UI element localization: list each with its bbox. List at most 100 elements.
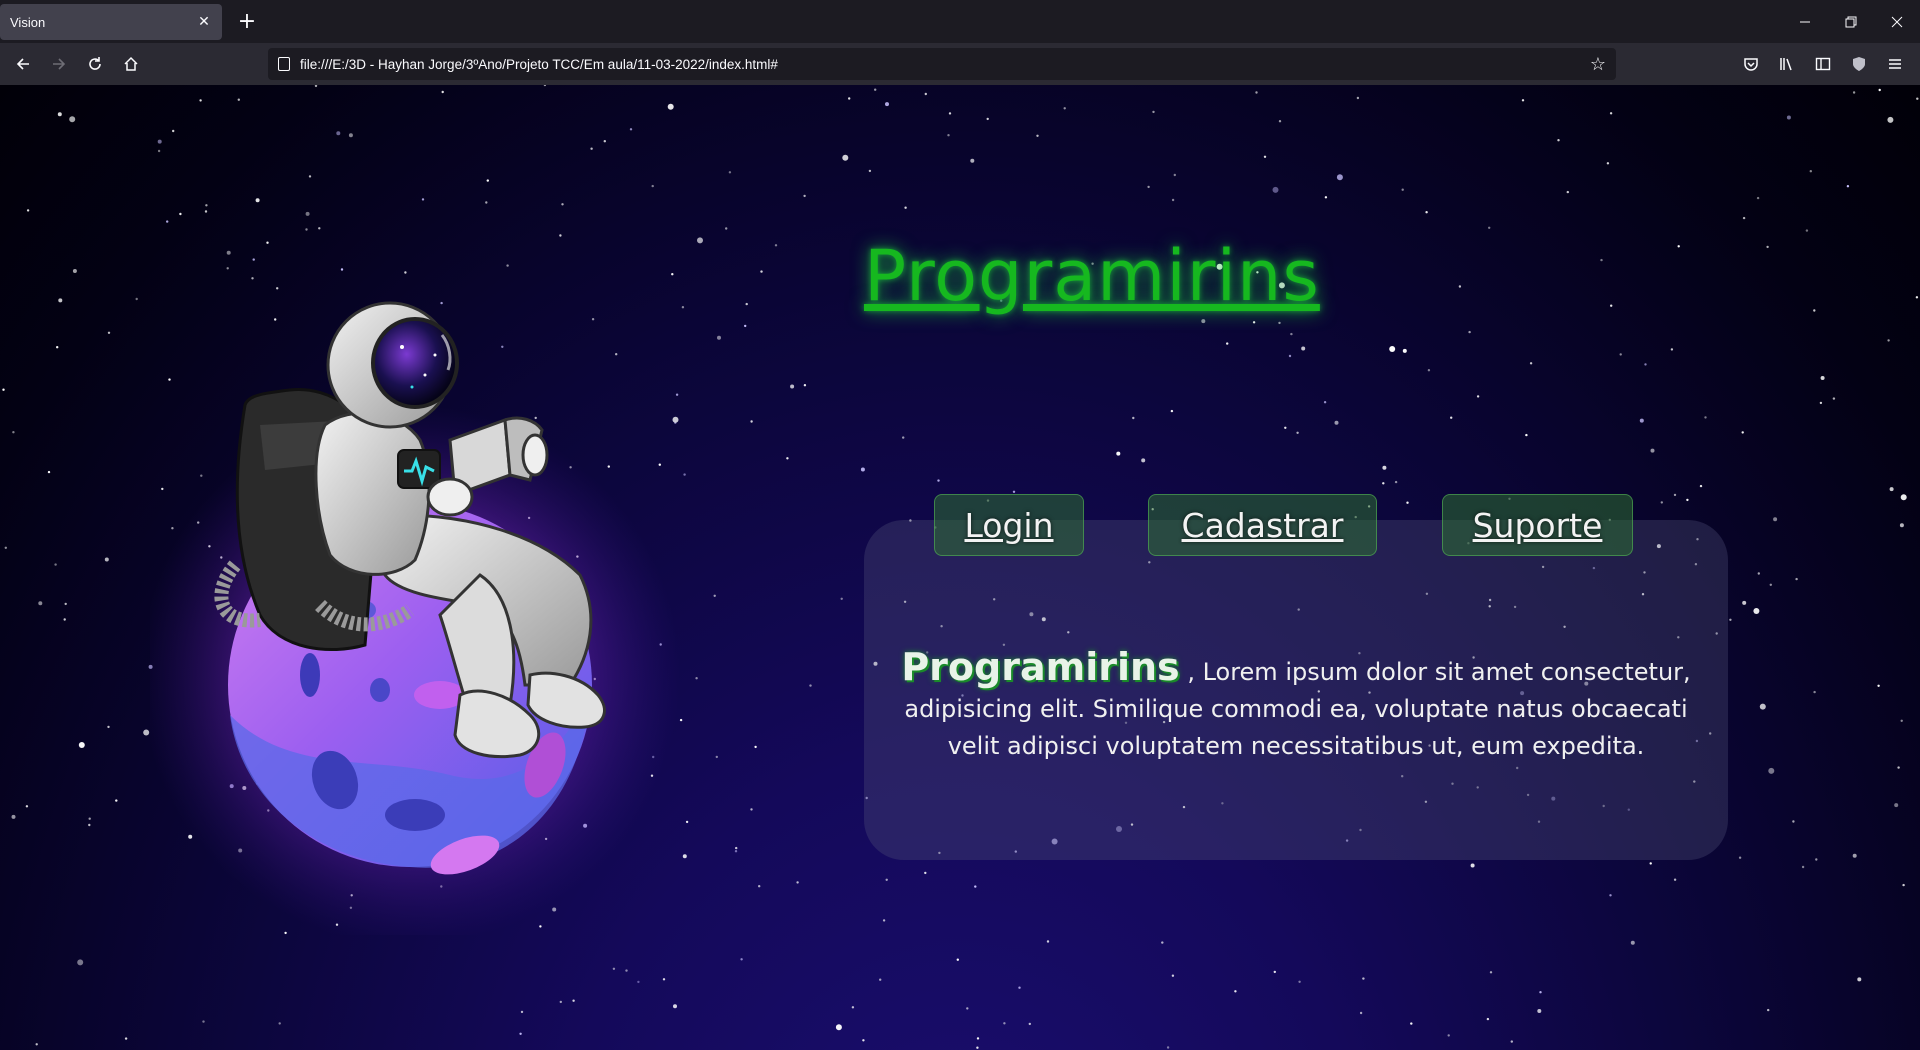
star: [637, 980, 640, 984]
star: [64, 602, 67, 606]
star: [4, 546, 8, 549]
star: [625, 969, 628, 972]
star: [1820, 376, 1825, 380]
star: [874, 88, 877, 91]
star: [1801, 865, 1805, 869]
star: [603, 140, 606, 143]
star: [1813, 309, 1816, 312]
star: [1525, 433, 1528, 437]
star: [879, 978, 882, 981]
star: [970, 158, 975, 163]
menu-icon[interactable]: [1879, 48, 1911, 80]
star: [572, 999, 575, 1002]
star: [38, 601, 43, 606]
star: [924, 871, 927, 875]
star: [519, 1032, 522, 1035]
star: [1362, 977, 1365, 980]
star: [1489, 971, 1493, 974]
star: [1278, 321, 1281, 325]
star: [255, 198, 260, 203]
star: [205, 204, 208, 207]
description-brand: Programirins: [901, 645, 1180, 689]
star: [902, 436, 905, 439]
star: [1537, 1009, 1542, 1013]
star: [1255, 91, 1258, 94]
star: [1288, 354, 1292, 358]
star: [57, 112, 62, 117]
star: [1610, 304, 1613, 307]
star: [1486, 1017, 1490, 1021]
star: [202, 1020, 205, 1023]
star: [885, 878, 888, 881]
star: [842, 154, 849, 161]
star: [1742, 216, 1746, 220]
star: [12, 431, 15, 434]
star: [803, 194, 806, 198]
browser-tab[interactable]: Vision ✕: [0, 4, 222, 40]
close-icon[interactable]: ✕: [196, 14, 212, 30]
home-icon[interactable]: [115, 48, 147, 80]
star: [937, 479, 940, 482]
star: [1132, 416, 1135, 420]
star: [629, 128, 633, 131]
plus-icon[interactable]: +: [232, 6, 262, 36]
url-bar[interactable]: file:///E:/3D - Hayhan Jorge/3ºAno/Proje…: [268, 48, 1616, 80]
library-icon[interactable]: [1771, 48, 1803, 80]
star: [1323, 401, 1327, 404]
restore-icon[interactable]: [1828, 0, 1874, 43]
star: [1359, 1011, 1363, 1015]
star: [1234, 990, 1237, 993]
star: [199, 99, 202, 102]
pocket-icon[interactable]: [1735, 48, 1767, 80]
star: [1147, 185, 1150, 189]
tab-title: Vision: [10, 14, 46, 30]
tab-bar: Vision ✕ +: [0, 0, 1920, 43]
star: [1649, 862, 1652, 865]
star: [1152, 110, 1155, 114]
bookmark-star-icon[interactable]: ☆: [1590, 54, 1606, 75]
star: [1450, 416, 1453, 419]
page-title-link[interactable]: Programirins: [864, 235, 1320, 317]
window-close-icon[interactable]: [1874, 0, 1920, 43]
star: [1406, 501, 1409, 504]
star: [47, 470, 51, 474]
star: [1768, 767, 1775, 774]
star: [1141, 458, 1146, 463]
star: [1170, 409, 1174, 413]
star: [35, 1043, 38, 1046]
star: [1410, 1022, 1413, 1025]
star: [966, 1007, 969, 1010]
star: [1171, 974, 1175, 977]
star: [1857, 977, 1862, 982]
url-text[interactable]: file:///E:/3D - Hayhan Jorge/3ºAno/Proje…: [300, 57, 1590, 72]
star: [1738, 856, 1742, 859]
star: [1887, 339, 1890, 342]
star: [157, 149, 161, 153]
star: [1226, 342, 1229, 345]
star: [543, 85, 547, 87]
star: [278, 1022, 281, 1025]
login-button[interactable]: Login: [934, 494, 1084, 556]
star: [56, 346, 59, 349]
star: [1916, 97, 1919, 100]
shield-icon[interactable]: [1843, 48, 1875, 80]
back-icon[interactable]: [7, 48, 39, 80]
star: [1902, 883, 1905, 887]
star: [1427, 369, 1431, 372]
sidebar-icon[interactable]: [1807, 48, 1839, 80]
reload-icon[interactable]: [79, 48, 111, 80]
suporte-button[interactable]: Suporte: [1442, 494, 1633, 556]
star: [1284, 426, 1287, 429]
star: [1046, 940, 1050, 943]
star: [986, 117, 989, 121]
star: [107, 725, 110, 729]
forward-icon[interactable]: [43, 48, 75, 80]
star: [485, 201, 488, 204]
star: [1704, 416, 1707, 419]
star: [590, 147, 593, 150]
minimize-icon[interactable]: [1782, 0, 1828, 43]
star: [1028, 1022, 1032, 1026]
cadastrar-button[interactable]: Cadastrar: [1148, 494, 1377, 556]
star: [1805, 229, 1809, 232]
star: [1600, 258, 1603, 262]
